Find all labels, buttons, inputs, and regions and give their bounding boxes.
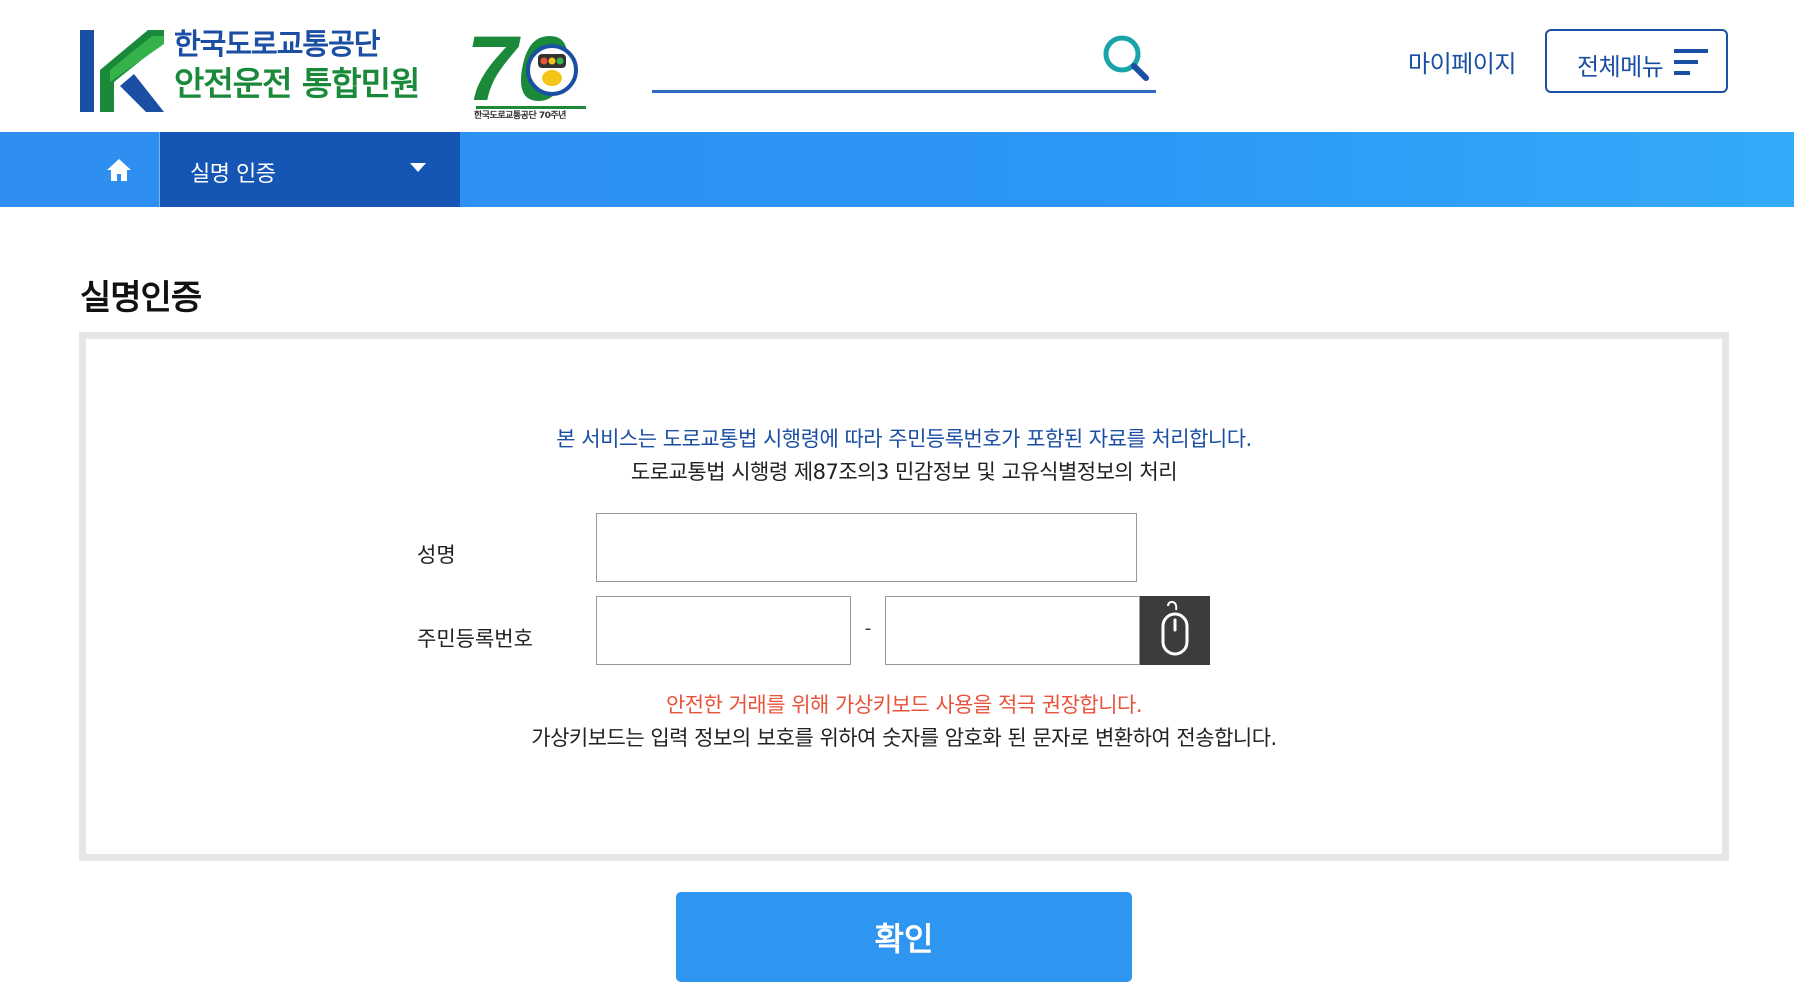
all-menu-button[interactable]: 전체메뉴	[1545, 29, 1728, 93]
logo-service-name: 안전운전 통합민원	[174, 64, 420, 103]
search-bar	[652, 30, 1156, 93]
virtual-keyboard-description: 가상키보드는 입력 정보의 보호를 위하여 숫자를 암호화 된 문자로 변환하여…	[531, 726, 1277, 750]
location-nav-bar: 실명 인증	[0, 132, 1794, 207]
search-input[interactable]	[652, 40, 1082, 80]
virtual-keyboard-button[interactable]	[1140, 596, 1210, 665]
hamburger-icon	[1674, 49, 1708, 75]
koroad-k-logo[interactable]	[80, 30, 164, 112]
current-menu-label: 실명 인증	[190, 162, 276, 187]
rrn-separator: -	[864, 618, 872, 639]
caret-down-icon	[410, 163, 426, 172]
rrn-label: 주민등록번호	[417, 627, 533, 651]
rrn-back-field[interactable]	[885, 596, 1140, 665]
search-icon	[1103, 35, 1149, 81]
search-button[interactable]	[1100, 32, 1152, 84]
anniversary-caption: 한국도로교통공단 70주년	[474, 111, 566, 121]
confirm-button[interactable]: 확인	[676, 892, 1132, 982]
name-label: 성명	[417, 543, 456, 567]
verification-form-panel: 본 서비스는 도로교통법 시행령에 따라 주민등록번호가 포함된 자료를 처리합…	[79, 332, 1729, 861]
virtual-keyboard-recommendation: 안전한 거래를 위해 가상키보드 사용을 적극 권장합니다.	[665, 693, 1143, 717]
rrn-front-field[interactable]	[596, 596, 851, 665]
mypage-link[interactable]: 마이페이지	[1408, 44, 1516, 79]
home-icon	[107, 159, 131, 181]
legal-basis-notice: 도로교통법 시행령 제87조의3 민감정보 및 고유식별정보의 처리	[630, 460, 1178, 484]
current-menu-dropdown[interactable]: 실명 인증	[160, 132, 460, 207]
logo-org-name: 한국도로교통공단	[174, 27, 380, 61]
site-logo-text[interactable]: 한국도로교통공단 안전운전 통합민원	[174, 26, 420, 106]
service-notice: 본 서비스는 도로교통법 시행령에 따라 주민등록번호가 포함된 자료를 처리합…	[556, 427, 1252, 451]
mouse-icon	[1161, 600, 1189, 656]
site-header: 한국도로교통공단 안전운전 통합민원 70 한국도로교통공단 70주년 마이페이…	[0, 0, 1794, 132]
name-field[interactable]	[596, 513, 1137, 582]
page-title: 실명인증	[80, 278, 202, 318]
all-menu-label: 전체메뉴	[1577, 53, 1664, 81]
home-button[interactable]	[0, 132, 160, 207]
